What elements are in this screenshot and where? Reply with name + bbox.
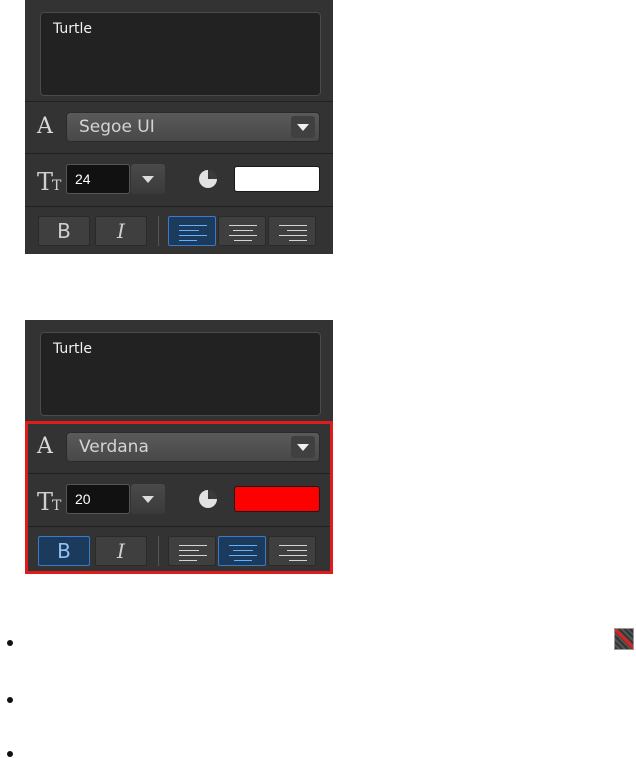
text-input[interactable]: Turtle [40, 12, 321, 96]
text-color-swatch[interactable] [234, 166, 320, 192]
bullet-point [7, 697, 13, 703]
font-family-value: Segoe UI [79, 117, 155, 137]
align-center-button[interactable] [218, 216, 266, 246]
font-size-input[interactable]: 24 [66, 164, 130, 194]
chevron-down-icon[interactable] [291, 116, 315, 138]
text-size-icon: TT [37, 168, 62, 196]
text-settings-panel-2: Turtle A Verdana TT 20 B I [25, 320, 333, 574]
color-picker-icon [199, 170, 217, 188]
align-left-button[interactable] [168, 216, 216, 246]
chevron-down-icon [142, 176, 154, 183]
italic-button[interactable]: I [95, 216, 147, 246]
bold-button[interactable]: B [38, 216, 90, 246]
font-family-icon: A [37, 114, 53, 139]
divider [25, 206, 333, 207]
font-family-select[interactable]: Segoe UI [66, 112, 320, 142]
font-size-dropdown-button[interactable] [131, 164, 165, 194]
text-settings-panel-1: Turtle A Segoe UI TT 24 B I [25, 0, 333, 254]
divider [25, 101, 333, 102]
text-input[interactable]: Turtle [40, 332, 321, 416]
align-right-button[interactable] [268, 216, 316, 246]
toolbar-divider [158, 216, 159, 246]
highlight-box [25, 421, 333, 574]
bullet-point [7, 751, 13, 757]
divider [25, 153, 333, 154]
bullet-point [7, 640, 13, 646]
no-color-icon [614, 628, 634, 650]
